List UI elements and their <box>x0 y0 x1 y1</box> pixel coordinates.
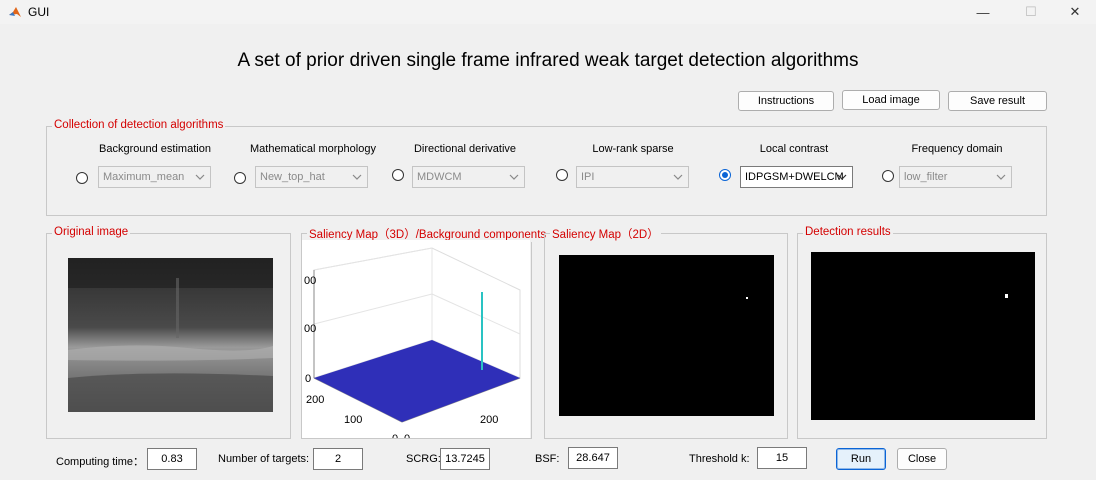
detection-results-title: Detection results <box>803 226 893 238</box>
select-value: low_filter <box>904 171 948 183</box>
radio-mathematical-morphology[interactable] <box>234 172 246 184</box>
chevron-down-icon <box>837 174 847 180</box>
computing-time-field[interactable]: 0.83 <box>147 448 197 470</box>
algorithm-label-low-rank-sparse: Low-rank sparse <box>592 143 674 155</box>
bsf-label: BSF: <box>535 453 560 465</box>
number-of-targets-field[interactable]: 2 <box>313 448 363 470</box>
chevron-down-icon <box>673 174 683 180</box>
radio-directional-derivative[interactable] <box>392 169 404 181</box>
select-value: MDWCM <box>417 171 462 183</box>
algorithms-group-title: Collection of detection algorithms <box>52 119 226 131</box>
y-tick: 200 <box>306 394 324 406</box>
algorithm-label-local-contrast: Local contrast <box>759 143 829 155</box>
page-title: A set of prior driven single frame infra… <box>237 50 859 71</box>
chevron-down-icon <box>509 174 519 180</box>
z-tick: 00 <box>304 275 316 287</box>
z-tick: 00 <box>304 323 316 335</box>
chevron-down-icon <box>195 174 205 180</box>
select-low-rank-sparse[interactable]: IPI <box>576 166 689 188</box>
algorithm-label-frequency-domain: Frequency domain <box>911 143 1003 155</box>
target-point <box>746 297 748 299</box>
select-directional-derivative[interactable]: MDWCM <box>412 166 525 188</box>
algorithm-label-directional-derivative: Directional derivative <box>413 143 517 155</box>
select-value: Maximum_mean <box>103 171 185 183</box>
saliency-3d-plot: 00 00 0 200 100 0 0 200 <box>302 240 530 438</box>
load-image-button[interactable]: Load image <box>842 90 940 110</box>
select-value: IDPGSM+DWELCM <box>745 171 844 183</box>
x-tick: 200 <box>480 414 498 426</box>
y-tick: 0 <box>392 433 398 438</box>
threshold-label: Threshold k: <box>689 453 750 465</box>
select-mathematical-morphology[interactable]: New_top_hat <box>255 166 368 188</box>
radio-frequency-domain[interactable] <box>882 170 894 182</box>
bsf-field[interactable]: 28.647 <box>568 447 618 469</box>
window-title: GUI <box>28 5 50 19</box>
chevron-down-icon <box>352 174 362 180</box>
scrg-field[interactable]: 13.7245 <box>440 448 490 470</box>
maximize-button[interactable]: ☐ <box>1008 0 1054 24</box>
saliency-2d-title: Saliency Map（2D） <box>550 226 661 242</box>
z-tick: 0 <box>305 373 311 385</box>
original-infrared-image <box>68 258 273 412</box>
scrg-label: SCRG: <box>406 453 441 465</box>
y-tick: 100 <box>344 414 362 426</box>
detected-target <box>1005 294 1008 298</box>
original-image-title: Original image <box>52 226 131 238</box>
x-tick: 0 <box>404 433 410 438</box>
close-window-button[interactable]: ✕ <box>1052 0 1096 24</box>
computing-time-label: Computing time： <box>56 456 145 468</box>
save-result-button[interactable]: Save result <box>948 91 1047 111</box>
instructions-button[interactable]: Instructions <box>738 91 834 111</box>
select-background-estimation[interactable]: Maximum_mean <box>98 166 211 188</box>
algorithm-label-background-estimation: Background estimation <box>99 143 211 155</box>
chevron-down-icon <box>996 174 1006 180</box>
select-value: New_top_hat <box>260 171 325 183</box>
matlab-app-icon <box>9 7 21 17</box>
close-button[interactable]: Close <box>897 448 947 470</box>
select-frequency-domain[interactable]: low_filter <box>899 166 1012 188</box>
algorithm-label-mathematical-morphology: Mathematical morphology <box>250 143 376 155</box>
number-of-targets-label: Number of targets: <box>218 453 310 465</box>
radio-low-rank-sparse[interactable] <box>556 169 568 181</box>
window-titlebar <box>0 0 1096 24</box>
radio-local-contrast[interactable] <box>719 169 731 181</box>
run-button[interactable]: Run <box>836 448 886 470</box>
saliency-2d-map <box>559 255 774 416</box>
radio-background-estimation[interactable] <box>76 172 88 184</box>
threshold-field[interactable]: 15 <box>757 447 807 469</box>
detection-results-map <box>811 252 1035 420</box>
select-local-contrast[interactable]: IDPGSM+DWELCM <box>740 166 853 188</box>
minimize-button[interactable]: — <box>960 0 1006 24</box>
select-value: IPI <box>581 171 595 183</box>
